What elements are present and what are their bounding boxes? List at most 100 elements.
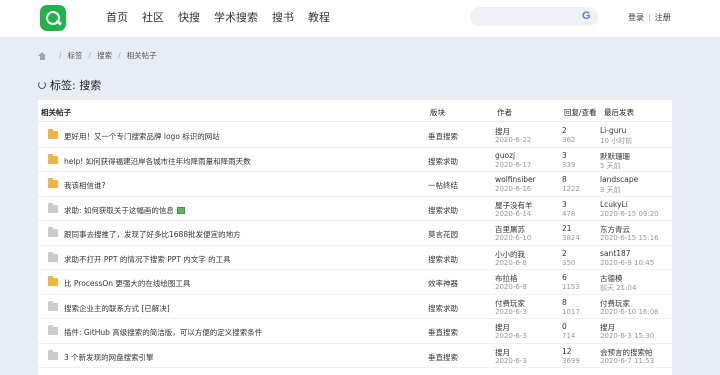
reply-count: 21 [562, 224, 572, 233]
forum-link[interactable]: 莫言花园 [428, 229, 458, 240]
thread-title-text: 搜索企业主的联系方式 [已解决] [64, 303, 170, 313]
last-post-time[interactable]: 3 天前 [600, 185, 621, 195]
breadcrumb-item-tags[interactable]: 标签 [68, 50, 83, 61]
reply-count: 8 [562, 297, 567, 307]
author-link[interactable]: wolfinsiber [495, 175, 536, 184]
thread-title-text: 比 ProcessOn 更强大的在线绘图工具 [64, 279, 191, 288]
nav-item-3[interactable]: 学术搜索 [214, 11, 258, 25]
nav-item-4[interactable]: 搜书 [272, 11, 294, 25]
table-row: 3 个新发现的网盘搜索引擎 垂直搜索 搜月 2020-6-3 12 3699 会预言的搜索帕… [38, 344, 672, 368]
register-link[interactable]: 注册 [655, 13, 671, 22]
breadcrumb-separator: / [118, 51, 121, 60]
thread-title-text: 跟同事去搜推了，发现了好多比1688批发便宜的地方 [64, 230, 241, 239]
view-count: 3699 [562, 356, 580, 365]
post-date: 2020-6-17 [495, 160, 532, 169]
nav-item-0[interactable]: 首页 [106, 11, 128, 25]
folder-icon [48, 129, 58, 139]
home-icon[interactable] [38, 51, 47, 60]
last-poster-link[interactable]: landscape [600, 175, 638, 184]
last-poster-link[interactable]: LcukyLi [600, 200, 628, 209]
last-post-time[interactable]: 2020-6-15 15:16 [600, 234, 659, 242]
thread-title-text: 我该相信谁? [64, 181, 106, 190]
view-count: 1222 [562, 185, 580, 193]
breadcrumb: / 标签 / 搜索 / 相关帖子 [38, 50, 157, 61]
main-nav: 首页 社区 快搜 学术搜索 搜书 教程 [106, 11, 344, 25]
thread-title-link[interactable]: 更好用！又一个专门搜索品牌 logo 标识的网站 [64, 131, 220, 142]
forum-link[interactable]: 搜索求助 [428, 254, 458, 265]
author-link[interactable]: guozj [495, 151, 515, 160]
forum-link[interactable]: 垂直搜索 [428, 131, 458, 142]
header-author: 作者 [497, 108, 512, 117]
last-post-time[interactable]: 2020-6-7 11:53 [600, 357, 654, 365]
folder-icon [48, 325, 58, 335]
forum-link[interactable]: 搜索求助 [428, 303, 458, 314]
thread-title-link[interactable]: 我该相信谁? [64, 180, 105, 191]
thread-title-link[interactable]: help! 如何获得福建沿岸各城市往年均降雨量和降雨天数 [64, 156, 251, 167]
table-row: 更好用！又一个专门搜索品牌 logo 标识的网站 垂直搜索 搜月 2020-6-22 2… [38, 123, 672, 148]
view-count: 362 [562, 136, 576, 144]
last-post-time[interactable]: 10 小时前 [600, 136, 632, 146]
thread-title-link[interactable]: 3 个新发现的网盘搜索引擎 [64, 352, 154, 363]
table-row: 搜索企业主的联系方式 [已解决] 搜索求助 付费玩家 2020-6-3 8 1017 付费玩… [38, 295, 672, 319]
table-header: 相关帖子 版块 作者 回复/查看 最后发表 [38, 100, 672, 122]
breadcrumb-separator: / [59, 51, 62, 60]
last-post-time[interactable]: 2020-6-10 16:08 [600, 308, 659, 316]
view-count: 1017 [562, 307, 580, 316]
thread-title-link[interactable]: 比 ProcessOn 更强大的在线绘图工具 [64, 278, 190, 289]
table-row: 求助: 如何获取关于这幅画的信息 搜索求助 屋子没有羊 2020-6-14 3 478 Lc… [38, 197, 672, 221]
post-date: 2020-6-14 [495, 209, 532, 218]
view-count: 714 [562, 332, 576, 340]
table-row: 跟同事去搜推了，发现了好多比1688批发便宜的地方 莫言花园 百里屠苏 2020-6-… [38, 221, 672, 246]
last-poster-link[interactable]: sant187 [600, 249, 631, 258]
forum-link[interactable]: 搜索求助 [428, 156, 458, 167]
last-poster-link[interactable]: Li-guru [600, 126, 626, 135]
auth-separator: | [648, 13, 651, 22]
reply-count: 2 [562, 248, 567, 258]
table-row: 比 ProcessOn 更强大的在线绘图工具 效率神器 布拉格 2020-6-8 6 11… [38, 270, 672, 295]
last-post-time[interactable]: 2020-6-15 09:20 [600, 210, 659, 218]
thread-title-text: 求助: 如何获取关于这幅画的信息 [64, 205, 174, 215]
search-input[interactable] [470, 7, 598, 26]
google-icon[interactable]: G [582, 10, 591, 22]
post-date: 2020-6-8 [495, 258, 527, 267]
nav-item-2[interactable]: 快搜 [178, 11, 200, 25]
post-date: 2020-6-16 [495, 185, 532, 193]
nav-item-5[interactable]: 教程 [308, 11, 330, 25]
breadcrumb-item-search[interactable]: 搜索 [97, 50, 112, 61]
folder-icon [48, 153, 58, 164]
last-post-time[interactable]: 前天 21:04 [600, 283, 636, 293]
login-link[interactable]: 登录 [628, 13, 644, 22]
last-post-time[interactable]: 2020-6-9 10:45 [600, 259, 654, 267]
reply-count: 6 [562, 273, 567, 282]
view-count: 478 [562, 209, 576, 218]
thread-title-link[interactable]: 求助: 如何获取关于这幅画的信息 [64, 205, 185, 216]
view-count: 350 [562, 258, 576, 267]
forum-link[interactable]: 垂直搜索 [428, 327, 458, 338]
thread-title-link[interactable]: 插件: GitHub 高级搜索的简洁版，可以方便的定义搜索条件 [64, 327, 262, 338]
thread-title-link[interactable]: 跟同事去搜推了，发现了好多比1688批发便宜的地方 [64, 229, 241, 240]
site-logo[interactable] [40, 5, 66, 31]
thread-title-link[interactable]: 搜索企业主的联系方式 [已解决] [64, 303, 170, 314]
header-stats: 回复/查看 [564, 108, 597, 117]
page-title: 标签: 搜索 [38, 77, 101, 93]
post-date: 2020-6-3 [495, 356, 527, 365]
last-post-time[interactable]: 5 天前 [600, 161, 621, 171]
table-row: help! 如何获得福建沿岸各城市往年均降雨量和降雨天数 搜索求助 guozj 202… [38, 148, 672, 172]
top-header: 首页 社区 快搜 学术搜索 搜书 教程 G 登录 | 注册 [0, 0, 720, 38]
image-attachment-icon [176, 206, 185, 214]
folder-icon [48, 300, 58, 311]
view-count: 339 [562, 160, 576, 169]
last-post-time[interactable]: 2020-6-3 15:30 [600, 332, 654, 340]
tag-icon [38, 81, 46, 89]
forum-link[interactable]: 效率神器 [428, 278, 458, 289]
nav-item-1[interactable]: 社区 [142, 11, 164, 25]
thread-title-text: 更好用！又一个专门搜索品牌 logo 标识的网站 [64, 132, 220, 141]
post-date: 2020-6-3 [495, 332, 527, 340]
forum-link[interactable]: 垂直搜索 [428, 352, 458, 363]
forum-link[interactable]: 搜索求助 [428, 205, 458, 216]
breadcrumb-item-current: 相关帖子 [126, 51, 157, 60]
forum-link[interactable]: 一帖终结 [428, 180, 458, 191]
header-forum: 版块 [430, 108, 445, 117]
folder-icon [48, 202, 58, 213]
thread-title-link[interactable]: 求助不打开 PPT 的情况下搜索 PPT 内文字 的工具 [64, 254, 231, 265]
